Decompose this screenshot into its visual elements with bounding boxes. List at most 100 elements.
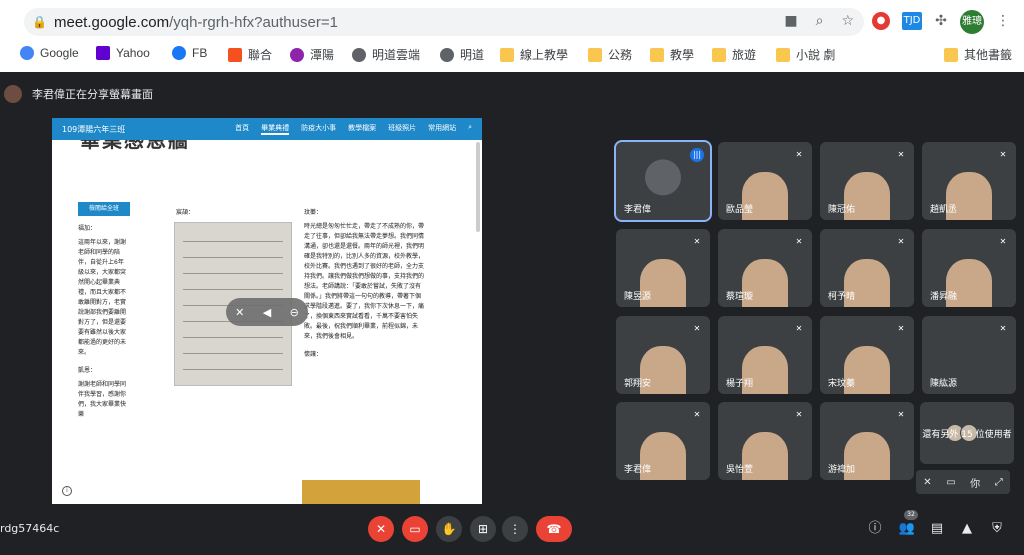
participant-name: 吳怡萱 <box>726 465 754 475</box>
chat-button[interactable]: ▤ <box>926 518 948 540</box>
participant-tile[interactable]: ✕ 蔡瑄璇 <box>718 229 812 307</box>
expand-icon[interactable]: ⤢ <box>995 477 1003 488</box>
presenter-avatar <box>4 85 22 103</box>
more-participants-tile[interactable]: 還有另外 15 位使用者 <box>920 402 1014 464</box>
bookmark-folder-novel[interactable]: 小說 劇 <box>776 46 835 63</box>
folder-icon <box>712 47 726 62</box>
bookmarks-bar: Google Yahoo FB 聯合 潭陽 明道雲端 明道 線上教學 公務 教學… <box>0 42 1024 66</box>
remove-icon[interactable]: ⊖ <box>290 306 299 319</box>
info-icon: ⓘ <box>868 521 882 536</box>
mic-off-icon: ✕ <box>999 150 1007 159</box>
participant-name: 陳冠佑 <box>828 205 856 215</box>
presenter-hover-controls: ✕ ◀ ⊖ <box>226 298 308 326</box>
nav-teaching: 教學檔案 <box>348 124 377 132</box>
participant-name: 楊子翔 <box>726 379 754 389</box>
participant-tile[interactable]: ✕ 歐品瑩 <box>718 142 812 220</box>
star-icon[interactable]: ☆ <box>841 13 854 29</box>
mic-off-icon: ✕ <box>795 150 803 159</box>
extension-tjd-icon[interactable]: TJD <box>902 12 922 30</box>
participant-tile[interactable]: ✕ 陳冠佑 <box>820 142 914 220</box>
pin-off-icon[interactable]: ✕ <box>235 306 244 319</box>
nav-graduation: 畢業典禮 <box>261 123 290 135</box>
extension-red-icon[interactable]: ● <box>872 12 890 30</box>
mic-off-icon: ✕ <box>375 522 387 536</box>
participant-name: 李君偉 <box>624 205 652 215</box>
leave-call-button[interactable]: ☎ <box>536 516 572 542</box>
bookmark-yahoo[interactable]: Yahoo <box>96 46 150 60</box>
profile-avatar[interactable]: 雅璁 <box>960 10 984 34</box>
participant-tile[interactable]: ✕ 吳怡萱 <box>718 402 812 480</box>
bookmark-udn[interactable]: 聯合 <box>228 46 272 63</box>
more-options-button[interactable]: ⋮ <box>502 516 528 542</box>
bookmark-fb[interactable]: FB <box>172 46 207 60</box>
present-button[interactable]: ⊞ <box>470 516 496 542</box>
site-header: 109潭陽六年三班 首頁 畢業典禮 防疫大小事 教學檔案 班級照片 常用網站 ⌕ <box>52 118 482 140</box>
bookmark-folder-travel[interactable]: 旅遊 <box>712 46 756 63</box>
bookmark-tanyang[interactable]: 潭陽 <box>290 46 334 63</box>
meeting-code: rdg57464c <box>0 522 60 535</box>
folder-icon <box>776 47 790 62</box>
volume-icon[interactable]: ◀ <box>263 306 271 319</box>
column-2-heading: 宸頡： <box>176 209 195 216</box>
participant-tile[interactable]: ✕ 宋玟蓁 <box>820 316 914 394</box>
column-3: 玟蓁： 時光總是匆匆忙忙走，帶走了不成熟的你，帶走了往事，但卻給我無法帶走夢想。… <box>304 209 425 358</box>
people-button[interactable]: 👥 <box>896 518 918 540</box>
folder-icon <box>650 47 664 62</box>
bookmark-google[interactable]: Google <box>20 46 79 60</box>
participant-tile[interactable]: ||| 李君偉 <box>614 140 712 222</box>
nav-home: 首頁 <box>235 124 250 132</box>
bookmark-folder-teaching[interactable]: 教學 <box>650 46 694 63</box>
participant-tile[interactable]: ✕ 柯予晴 <box>820 229 914 307</box>
mic-off-icon[interactable]: ✕ <box>923 477 931 488</box>
info-icon: i <box>62 486 72 496</box>
participant-name: 潘昇融 <box>930 292 958 302</box>
host-controls-button[interactable]: ⛨ <box>986 518 1008 540</box>
meeting-details-button[interactable]: ⓘ <box>864 518 886 540</box>
column-1: 福加： 這兩年以來，謝謝老師和同學的陪伴，自從升上6年級以來，大家都突然開心起畢… <box>78 225 127 418</box>
cam-off-icon[interactable]: ▭ <box>946 477 955 488</box>
camera-toggle-button[interactable]: ▭ <box>402 516 428 542</box>
mic-off-icon: ✕ <box>795 324 803 333</box>
globe-icon <box>440 47 454 62</box>
presentation-scrollbar <box>476 142 480 232</box>
bookmark-mingdao-cloud[interactable]: 明道雲端 <box>352 46 420 63</box>
nav-epidemic: 防疫大小事 <box>301 124 337 132</box>
raise-hand-button[interactable]: ✋ <box>436 516 462 542</box>
globe-icon <box>352 47 366 62</box>
bookmark-folder-online[interactable]: 線上教學 <box>500 46 568 63</box>
view-all-button: 檢閱給全班 <box>78 202 130 216</box>
camera-icon[interactable]: ■ <box>784 13 797 29</box>
bookmark-mingdao[interactable]: 明道 <box>440 46 484 63</box>
lock-icon[interactable]: 🔒 <box>32 15 47 29</box>
share-banner: 李君偉正在分享螢幕畫面 <box>0 80 153 108</box>
address-bar[interactable]: 🔒 meet.google.com/yqh-rgrh-hfx?authuser=… <box>24 8 864 36</box>
participant-tile[interactable]: ✕ 陳紘源 <box>922 316 1016 394</box>
puzzle-icon[interactable]: ✣ <box>932 12 950 30</box>
chat-icon: ▤ <box>930 521 944 536</box>
participant-tile[interactable]: ✕ 李君偉 <box>616 402 710 480</box>
bookmark-folder-office[interactable]: 公務 <box>588 46 632 63</box>
bookmark-folder-other[interactable]: 其他書籤 <box>944 46 1012 63</box>
share-banner-text: 李君偉正在分享螢幕畫面 <box>32 88 153 101</box>
present-icon: ⊞ <box>477 522 489 536</box>
more-vert-icon[interactable]: ⋮ <box>994 12 1012 30</box>
participant-tile[interactable]: ✕ 游禕加 <box>820 402 914 480</box>
mic-toggle-button[interactable]: ✕ <box>368 516 394 542</box>
activities-button[interactable]: ▲ <box>956 518 978 540</box>
mic-off-icon: ✕ <box>897 150 905 159</box>
nav-links: 常用網站 <box>428 124 457 132</box>
participant-tile[interactable]: ✕ 陳昱源 <box>616 229 710 307</box>
participant-tile[interactable]: ✕ 潘昇融 <box>922 229 1016 307</box>
zoom-icon[interactable]: ⌕ <box>816 13 824 29</box>
mic-off-icon: ✕ <box>693 324 701 333</box>
participant-tile[interactable]: ✕ 趙凱丞 <box>922 142 1016 220</box>
google-icon <box>20 46 34 60</box>
address-bar-icons: ■ ⌕ ☆ <box>784 13 854 29</box>
participant-tile[interactable]: ✕ 楊子翔 <box>718 316 812 394</box>
url-text[interactable]: meet.google.com/yqh-rgrh-hfx?authuser=1 <box>54 14 338 31</box>
participant-tile[interactable]: ✕ 郭翔安 <box>616 316 710 394</box>
self-label: 你 <box>970 478 981 490</box>
participant-name: 歐品瑩 <box>726 205 754 215</box>
mic-off-icon: ✕ <box>795 237 803 246</box>
school-icon <box>290 47 304 62</box>
